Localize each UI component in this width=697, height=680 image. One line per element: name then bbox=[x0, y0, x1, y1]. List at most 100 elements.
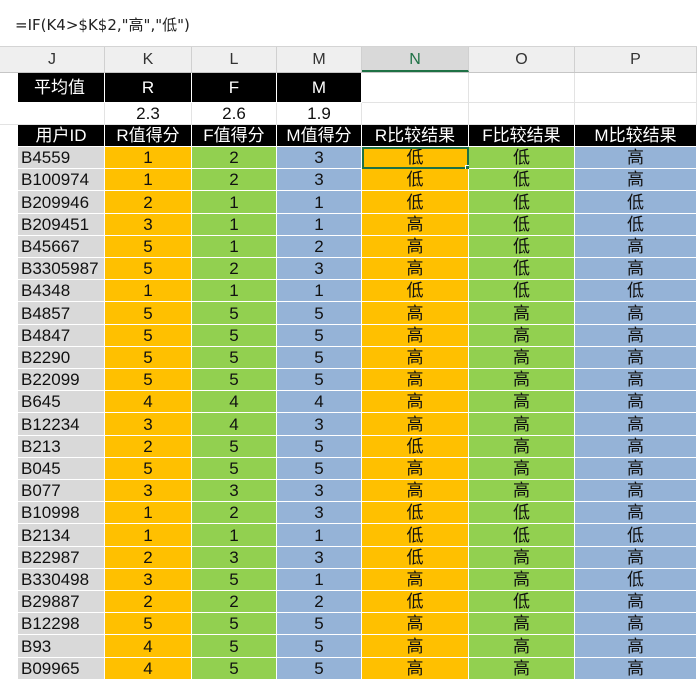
table-cell[interactable]: 1 bbox=[277, 569, 362, 591]
column-header-o[interactable]: O bbox=[469, 47, 575, 72]
empty-cell[interactable] bbox=[469, 73, 575, 103]
table-cell[interactable]: 低 bbox=[469, 502, 575, 524]
empty-cell[interactable] bbox=[0, 103, 105, 125]
table-cell[interactable]: 低 bbox=[469, 591, 575, 613]
user-id-cell[interactable]: B4559 bbox=[18, 147, 105, 169]
table-cell[interactable]: 高 bbox=[575, 169, 697, 191]
table-cell[interactable]: 高 bbox=[362, 325, 469, 347]
table-cell[interactable]: 3 bbox=[105, 413, 192, 436]
user-id-cell[interactable]: B2290 bbox=[18, 347, 105, 369]
table-cell[interactable]: 5 bbox=[105, 325, 192, 347]
table-cell[interactable]: 4 bbox=[192, 413, 277, 436]
user-id-cell[interactable]: B4348 bbox=[18, 280, 105, 302]
table-cell[interactable]: 高 bbox=[575, 236, 697, 258]
user-id-cell[interactable]: B93 bbox=[18, 635, 105, 658]
table-cell[interactable]: 1 bbox=[105, 524, 192, 547]
column-header-p[interactable]: P bbox=[575, 47, 697, 72]
table-cell[interactable]: 低 bbox=[469, 258, 575, 280]
table-cell[interactable]: 3 bbox=[277, 258, 362, 280]
table-cell[interactable]: 高 bbox=[469, 347, 575, 369]
table-cell[interactable]: 高 bbox=[575, 347, 697, 369]
table-cell[interactable]: 高 bbox=[362, 613, 469, 635]
empty-cell[interactable] bbox=[362, 73, 469, 103]
table-cell[interactable]: 5 bbox=[192, 635, 277, 658]
table-cell[interactable]: 1 bbox=[192, 236, 277, 258]
table-cell[interactable]: 1 bbox=[105, 169, 192, 191]
user-id-cell[interactable]: B2134 bbox=[18, 524, 105, 547]
user-id-cell[interactable]: B12234 bbox=[18, 413, 105, 436]
table-cell[interactable]: 1 bbox=[277, 280, 362, 302]
table-cell[interactable]: 高 bbox=[575, 391, 697, 413]
table-cell[interactable]: 3 bbox=[277, 169, 362, 191]
table-cell[interactable]: 高 bbox=[469, 569, 575, 591]
column-header-n[interactable]: N bbox=[362, 47, 469, 72]
table-cell[interactable]: 1 bbox=[277, 191, 362, 214]
table-cell[interactable]: 低 bbox=[575, 214, 697, 236]
table-cell[interactable]: 高 bbox=[469, 458, 575, 480]
table-cell[interactable]: 高 bbox=[469, 480, 575, 502]
table-cell[interactable]: 4 bbox=[105, 635, 192, 658]
table-cell[interactable]: 低 bbox=[362, 502, 469, 524]
table-cell[interactable]: 3 bbox=[277, 502, 362, 524]
table-cell[interactable]: 高 bbox=[362, 635, 469, 658]
table-cell[interactable]: 1 bbox=[192, 524, 277, 547]
table-cell[interactable]: 低 bbox=[575, 524, 697, 547]
table-cell[interactable]: 5 bbox=[277, 635, 362, 658]
table-cell[interactable]: 5 bbox=[192, 369, 277, 391]
column-header-k[interactable]: K bbox=[105, 47, 192, 72]
table-cell[interactable]: 高 bbox=[469, 369, 575, 391]
table-cell[interactable]: 高 bbox=[575, 591, 697, 613]
table-cell[interactable]: 5 bbox=[105, 347, 192, 369]
table-cell[interactable]: 5 bbox=[192, 325, 277, 347]
table-cell[interactable]: 低 bbox=[362, 191, 469, 214]
table-cell[interactable]: 高 bbox=[575, 480, 697, 502]
table-cell[interactable]: 2 bbox=[192, 169, 277, 191]
table-cell[interactable]: 5 bbox=[105, 302, 192, 325]
user-id-cell[interactable]: B100974 bbox=[18, 169, 105, 191]
table-cell[interactable]: 5 bbox=[192, 569, 277, 591]
table-cell[interactable]: 高 bbox=[469, 391, 575, 413]
table-cell[interactable]: 高 bbox=[362, 236, 469, 258]
table-cell[interactable]: 5 bbox=[105, 258, 192, 280]
user-id-cell[interactable]: B4847 bbox=[18, 325, 105, 347]
table-cell[interactable]: 高 bbox=[575, 635, 697, 658]
table-cell[interactable]: 低 bbox=[469, 280, 575, 302]
table-cell[interactable]: 5 bbox=[277, 347, 362, 369]
table-cell[interactable]: 3 bbox=[277, 480, 362, 502]
table-cell[interactable]: 5 bbox=[192, 458, 277, 480]
user-id-cell[interactable]: B12298 bbox=[18, 613, 105, 635]
user-id-cell[interactable]: B045 bbox=[18, 458, 105, 480]
table-cell[interactable]: 5 bbox=[277, 613, 362, 635]
table-cell[interactable]: 5 bbox=[192, 302, 277, 325]
table-cell[interactable]: 1 bbox=[105, 502, 192, 524]
table-cell[interactable]: 高 bbox=[362, 369, 469, 391]
formula-bar[interactable]: =IF(K4>$K$2,"高","低") bbox=[0, 0, 697, 47]
table-cell[interactable]: 1 bbox=[105, 147, 192, 169]
table-cell[interactable]: 高 bbox=[469, 302, 575, 325]
table-cell[interactable]: 低 bbox=[469, 524, 575, 547]
table-cell[interactable]: 5 bbox=[277, 436, 362, 458]
average-value-m[interactable]: 1.9 bbox=[277, 103, 362, 125]
user-id-cell[interactable]: B4857 bbox=[18, 302, 105, 325]
table-cell[interactable]: 5 bbox=[105, 236, 192, 258]
column-header-j[interactable]: J bbox=[0, 47, 105, 72]
user-id-cell[interactable]: B209946 bbox=[18, 191, 105, 214]
formula-text[interactable]: =IF(K4>$K$2,"高","低") bbox=[15, 14, 190, 35]
user-id-cell[interactable]: B330498 bbox=[18, 569, 105, 591]
user-id-cell[interactable]: B29887 bbox=[18, 591, 105, 613]
table-cell[interactable]: 5 bbox=[192, 613, 277, 635]
table-cell[interactable]: 3 bbox=[277, 147, 362, 169]
table-cell[interactable]: 3 bbox=[192, 480, 277, 502]
table-cell[interactable]: 低 bbox=[469, 191, 575, 214]
average-value-f[interactable]: 2.6 bbox=[192, 103, 277, 125]
table-cell[interactable]: 2 bbox=[192, 147, 277, 169]
table-cell[interactable]: 低 bbox=[469, 169, 575, 191]
table-cell[interactable]: 低 bbox=[362, 591, 469, 613]
table-cell[interactable]: 高 bbox=[575, 302, 697, 325]
table-cell[interactable]: 高 bbox=[362, 258, 469, 280]
user-id-cell[interactable]: B22099 bbox=[18, 369, 105, 391]
empty-cell[interactable] bbox=[575, 73, 697, 103]
table-cell[interactable]: 低 bbox=[362, 547, 469, 569]
table-cell[interactable]: 高 bbox=[575, 413, 697, 436]
table-cell[interactable]: 5 bbox=[277, 369, 362, 391]
